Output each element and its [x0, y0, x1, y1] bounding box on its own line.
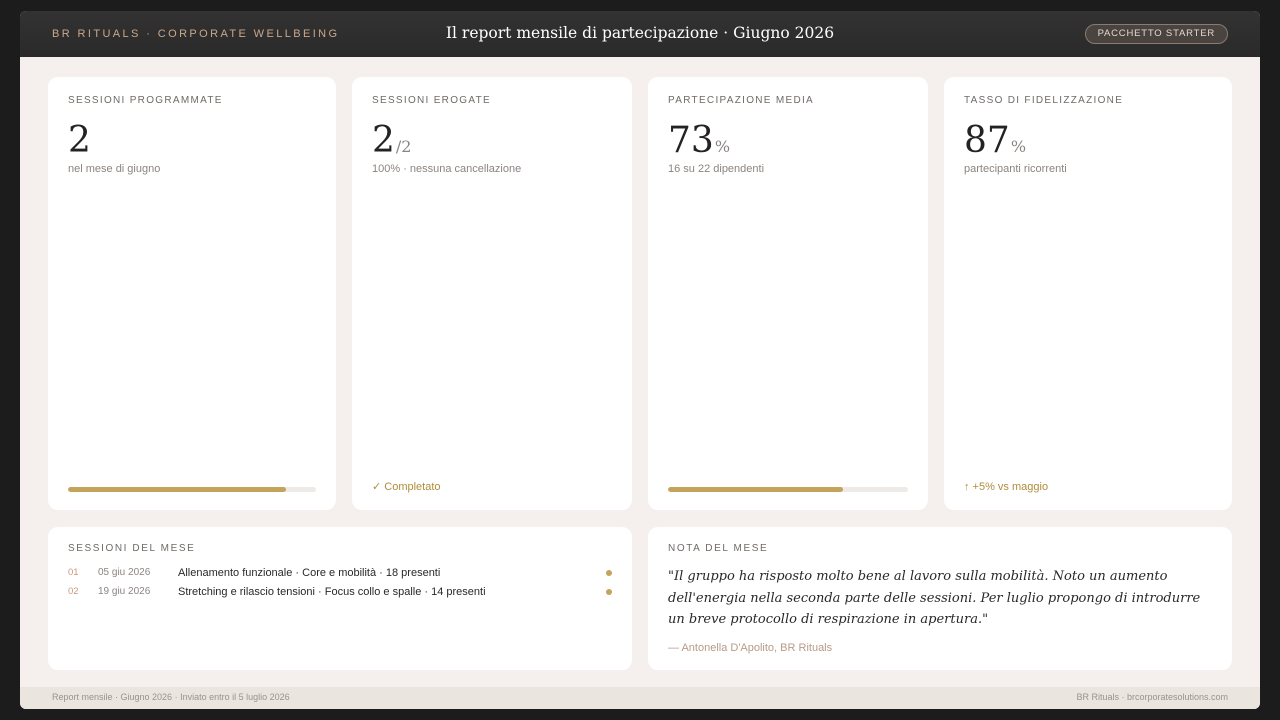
kpi-subtitle: 16 su 22 dipendenti — [668, 163, 765, 175]
footer-report-info: Report mensile · Giugno 2026 · Inviato e… — [52, 692, 290, 702]
kpi-number: 73 — [668, 120, 714, 161]
kpi-label: SESSIONI EROGATE — [372, 95, 491, 106]
sessions-card: SESSIONI DEL MESE 01 05 giu 2026 Allenam… — [48, 527, 632, 670]
kpi-number: 2 — [372, 120, 395, 161]
session-description: Stretching e rilascio tensioni · Focus c… — [178, 586, 486, 598]
session-description: Allenamento funzionale · Core e mobilità… — [178, 567, 441, 579]
kpi-label: TASSO DI FIDELIZZAZIONE — [964, 95, 1124, 106]
report-footer: Report mensile · Giugno 2026 · Inviato e… — [20, 687, 1260, 709]
trend-indicator: ↑ +5% vs maggio — [964, 481, 1049, 493]
kpi-progress-fill — [68, 487, 287, 492]
page-title: Il report mensile di partecipazione · Gi… — [445, 24, 835, 42]
top-bar: BR RITUALS · CORPORATE WELLBEING Il repo… — [20, 11, 1260, 57]
footer-website-link[interactable]: BR Rituals · brcorporatesolutions.com — [1076, 692, 1228, 702]
kpi-progress-bar — [668, 487, 908, 492]
kpi-number: 2 — [68, 120, 91, 161]
session-row[interactable]: 01 05 giu 2026 Allenamento funzionale · … — [68, 566, 612, 582]
kpi-label: SESSIONI PROGRAMMATE — [68, 95, 223, 106]
session-date: 05 giu 2026 — [98, 567, 151, 578]
kpi-suffix: % — [1010, 137, 1027, 156]
kpi-value: 87% — [964, 119, 1026, 169]
trainer-quote: "Il gruppo ha risposto molto bene al lav… — [668, 569, 1201, 627]
kpi-subtitle: 100% · nessuna cancellazione — [372, 163, 522, 175]
session-number: 02 — [68, 586, 79, 597]
session-row[interactable]: 02 19 giu 2026 Stretching e rilascio ten… — [68, 585, 612, 601]
kpi-label: PARTECIPAZIONE MEDIA — [668, 95, 815, 106]
kpi-card-retention-rate: TASSO DI FIDELIZZAZIONE 87% partecipanti… — [944, 77, 1232, 510]
session-number: 01 — [68, 567, 79, 578]
kpi-suffix: % — [714, 137, 731, 156]
kpi-subtitle: nel mese di giugno — [68, 163, 161, 175]
quote-author: — Antonella D'Apolito, BR Rituals — [668, 642, 833, 654]
status-dot-icon — [606, 570, 612, 576]
kpi-value: 2/2 — [372, 119, 411, 169]
kpi-suffix: /2 — [395, 137, 412, 156]
package-badge: PACCHETTO STARTER — [1084, 24, 1228, 44]
kpi-card-delivered-sessions: SESSIONI EROGATE 2/2 100% · nessuna canc… — [352, 77, 632, 510]
kpi-subtitle: partecipanti ricorrenti — [964, 163, 1067, 175]
kpi-value: 73% — [668, 119, 730, 169]
kpi-number: 87 — [964, 120, 1010, 161]
kpi-card-average-participation: PARTECIPAZIONE MEDIA 73% 16 su 22 dipend… — [648, 77, 928, 510]
kpi-card-scheduled-sessions: SESSIONI PROGRAMMATE 2 nel mese di giugn… — [48, 77, 336, 510]
session-date: 19 giu 2026 — [98, 586, 151, 597]
kpi-progress-bar — [68, 487, 316, 492]
completed-status: ✓ Completato — [372, 481, 441, 493]
status-dot-icon — [606, 589, 612, 595]
sessions-section-title: SESSIONI DEL MESE — [68, 543, 196, 554]
kpi-progress-fill — [668, 487, 844, 492]
report-frame: BR RITUALS · CORPORATE WELLBEING Il repo… — [20, 11, 1260, 709]
note-section-title: NOTA DEL MESE — [668, 543, 769, 554]
kpi-value: 2 — [68, 119, 92, 169]
note-card: NOTA DEL MESE "Il gruppo ha risposto mol… — [648, 527, 1232, 670]
